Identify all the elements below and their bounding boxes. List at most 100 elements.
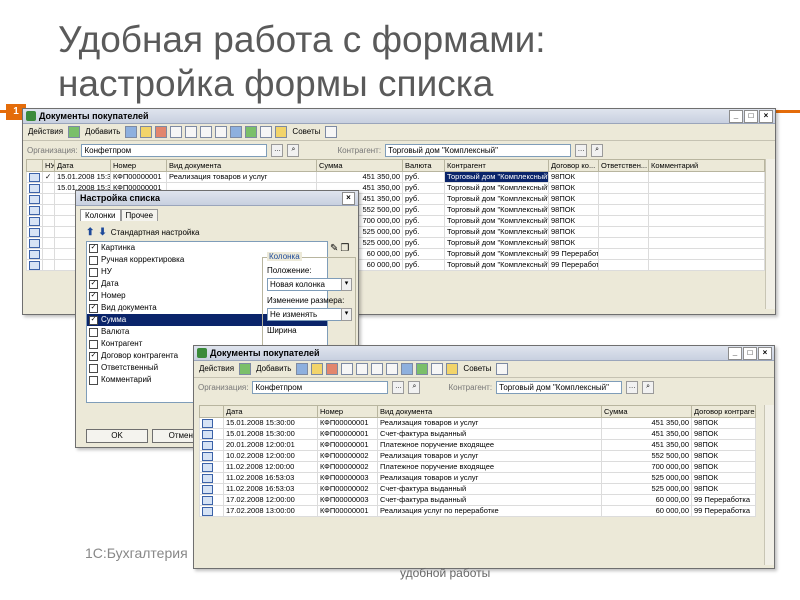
contractor-select-icon[interactable]: … <box>575 143 588 157</box>
column-checkbox[interactable] <box>89 255 98 265</box>
close-icon[interactable]: × <box>758 347 772 360</box>
table-row[interactable]: 15.01.2008 15:30:00 КФП00000001 Счет-факту… <box>199 428 756 440</box>
copy-column-icon[interactable]: ❐ <box>340 243 349 254</box>
structure-icon[interactable] <box>215 126 228 138</box>
add-button[interactable]: Добавить <box>83 126 122 138</box>
org-field[interactable]: Конфетпром <box>252 380 389 394</box>
column-header[interactable]: Валюта <box>402 159 445 172</box>
column-header[interactable]: Сумма <box>316 159 403 172</box>
contractor-search-icon[interactable]: ⌕ <box>591 143 604 157</box>
org-select-icon[interactable]: … <box>271 143 284 157</box>
table-row[interactable]: 15.01.2008 15:30:00 КФП00000001 Реализация… <box>199 417 756 429</box>
table-row[interactable]: 11.02.2008 16:53:03 КФП00000003 Реализация… <box>199 472 756 484</box>
column-checkbox[interactable] <box>89 327 98 337</box>
column-header[interactable]: Договор ко... <box>548 159 599 172</box>
column-header[interactable]: НУ <box>42 159 55 172</box>
resize-dropdown-icon[interactable]: ▾ <box>341 308 352 321</box>
position-dropdown-icon[interactable]: ▾ <box>341 278 352 291</box>
table-row[interactable]: 17.02.2008 12:00:00 КФП00000003 Счет-факту… <box>199 494 756 506</box>
refresh-icon[interactable] <box>245 126 258 138</box>
pencil-icon[interactable]: ✎ <box>330 243 338 254</box>
tab-other[interactable]: Прочее <box>120 209 159 221</box>
org-field[interactable]: Конфетпром <box>81 143 268 157</box>
tips-button[interactable]: Советы <box>461 363 493 375</box>
report-icon[interactable] <box>260 126 273 138</box>
column-header[interactable]: Дата <box>54 159 111 172</box>
add-button[interactable]: Добавить <box>254 363 293 375</box>
help-icon[interactable] <box>325 126 338 138</box>
actions-menu[interactable]: Действия <box>26 126 65 138</box>
filter-icon[interactable] <box>185 126 198 138</box>
back-window-titlebar[interactable]: Документы покупателей _ □ × <box>23 109 775 124</box>
resize-select[interactable]: Не изменять <box>267 308 343 321</box>
post-icon[interactable] <box>401 363 414 375</box>
column-header[interactable]: Комментарий <box>648 159 765 172</box>
delete-icon[interactable] <box>326 363 339 375</box>
front-scrollbar[interactable] <box>764 405 774 565</box>
dialog-titlebar[interactable]: Настройка списка × <box>76 191 358 206</box>
column-header[interactable]: Ответствен... <box>598 159 649 172</box>
contractor-select-icon[interactable]: … <box>626 380 639 394</box>
table-row[interactable]: 17.02.2008 13:00:00 КФП00000001 Реализация… <box>199 505 756 517</box>
tab-columns[interactable]: Колонки <box>80 209 121 221</box>
column-header[interactable]: Договор контраге... <box>691 405 756 418</box>
help-icon[interactable] <box>496 363 509 375</box>
minimize-icon[interactable]: _ <box>728 347 742 360</box>
column-header[interactable]: Вид документа <box>166 159 317 172</box>
tips-button[interactable]: Советы <box>290 126 322 138</box>
column-checkbox[interactable]: ✓ <box>89 351 98 361</box>
table-row[interactable]: 20.01.2008 12:00:01 КФП00000001 Платежное … <box>199 439 756 451</box>
org-select-icon[interactable]: … <box>392 380 405 394</box>
report-icon[interactable] <box>431 363 444 375</box>
table-row[interactable]: 10.02.2008 12:00:00 КФП00000002 Реализация… <box>199 450 756 462</box>
org-search-icon[interactable]: ⌕ <box>408 380 421 394</box>
copy-icon[interactable] <box>296 363 309 375</box>
maximize-icon[interactable]: □ <box>743 347 757 360</box>
refresh-icon[interactable] <box>416 363 429 375</box>
column-header[interactable]: Сумма <box>601 405 692 418</box>
tips-icon[interactable] <box>275 126 288 138</box>
position-select[interactable]: Новая колонка <box>267 278 343 291</box>
column-checkbox[interactable]: ✓ <box>89 279 98 289</box>
move-up-icon[interactable]: ⬆ <box>86 227 94 238</box>
column-checkbox[interactable] <box>89 375 98 385</box>
post-icon[interactable] <box>230 126 243 138</box>
minimize-icon[interactable]: _ <box>729 110 743 123</box>
interval-icon[interactable] <box>170 126 183 138</box>
edit-icon[interactable] <box>140 126 153 138</box>
edit-icon[interactable] <box>311 363 324 375</box>
sort-icon[interactable] <box>371 363 384 375</box>
column-checkbox[interactable] <box>89 267 98 277</box>
actions-menu[interactable]: Действия <box>197 363 236 375</box>
column-header[interactable]: Вид документа <box>377 405 602 418</box>
column-header[interactable]: Дата <box>223 405 318 418</box>
contractor-search-icon[interactable]: ⌕ <box>642 380 655 394</box>
contractor-field[interactable]: Торговый дом "Комплексный" <box>385 143 572 157</box>
filter-icon[interactable] <box>356 363 369 375</box>
contractor-field[interactable]: Торговый дом "Комплексный" <box>496 380 623 394</box>
column-header[interactable]: Контрагент <box>444 159 549 172</box>
column-checkbox[interactable]: ✓ <box>89 315 98 325</box>
tips-icon[interactable] <box>446 363 459 375</box>
org-search-icon[interactable]: ⌕ <box>287 143 300 157</box>
standard-settings-link[interactable]: Стандартная настройка <box>111 228 200 237</box>
column-header[interactable] <box>199 405 224 418</box>
move-down-icon[interactable]: ⬇ <box>98 227 106 238</box>
copy-icon[interactable] <box>125 126 138 138</box>
front-window-titlebar[interactable]: Документы покупателей _ □ × <box>194 346 774 361</box>
ok-button[interactable]: OK <box>86 429 148 443</box>
table-row[interactable]: 11.02.2008 16:53:03 КФП00000002 Счет-факту… <box>199 483 756 495</box>
column-checkbox[interactable]: ✓ <box>89 291 98 301</box>
column-checkbox[interactable] <box>89 363 98 373</box>
table-row[interactable]: 11.02.2008 12:00:00 КФП00000002 Платежное … <box>199 461 756 473</box>
column-checkbox[interactable] <box>89 339 98 349</box>
maximize-icon[interactable]: □ <box>744 110 758 123</box>
sort-icon[interactable] <box>200 126 213 138</box>
delete-icon[interactable] <box>155 126 168 138</box>
column-header[interactable] <box>26 159 43 172</box>
column-header[interactable]: Номер <box>110 159 167 172</box>
add-icon[interactable] <box>68 126 81 138</box>
back-scrollbar[interactable] <box>765 159 775 309</box>
structure-icon[interactable] <box>386 363 399 375</box>
column-checkbox[interactable]: ✓ <box>89 303 98 313</box>
